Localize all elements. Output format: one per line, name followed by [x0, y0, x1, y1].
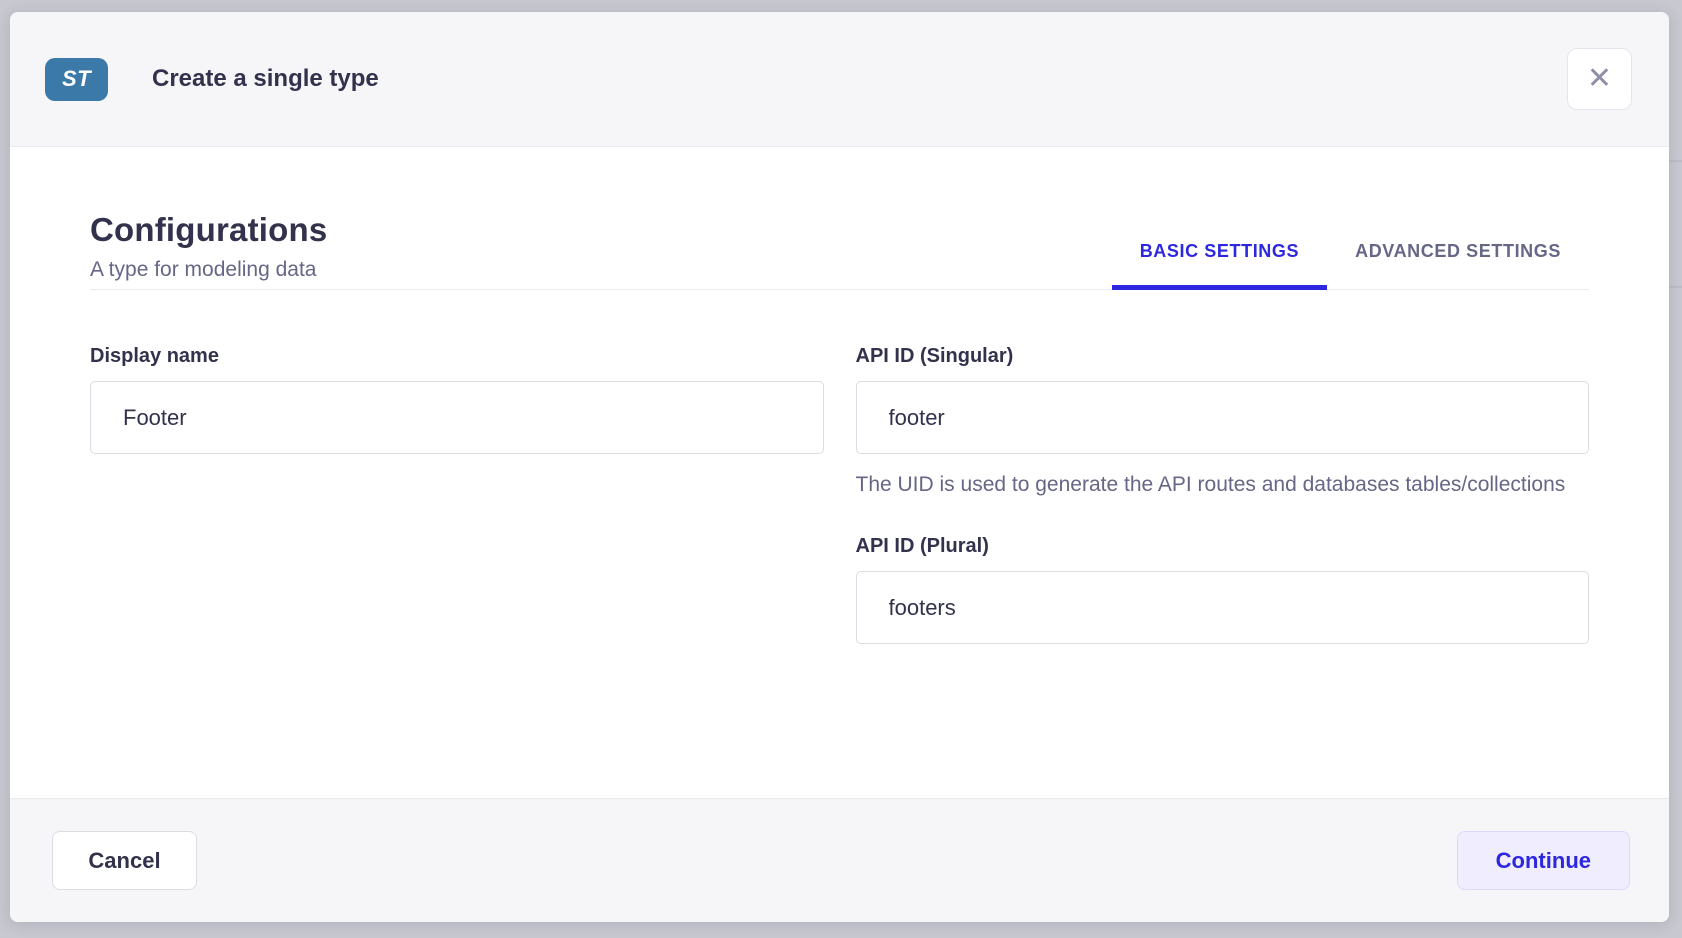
api-id-singular-input[interactable]: [856, 381, 1590, 454]
api-id-plural-field-group: API ID (Plural): [856, 535, 1590, 644]
heading-block: Configurations A type for modeling data: [90, 211, 327, 289]
modal-footer: Cancel Continue: [10, 798, 1669, 922]
continue-button[interactable]: Continue: [1457, 831, 1630, 890]
api-id-singular-field-group: API ID (Singular) The UID is used to gen…: [856, 345, 1590, 500]
configurations-form: Display name API ID (Singular) The UID i…: [90, 345, 1589, 644]
modal-title: Create a single type: [152, 65, 379, 93]
settings-tabs: BASIC SETTINGS ADVANCED SETTINGS: [1112, 241, 1589, 289]
section-subheading: A type for modeling data: [90, 258, 327, 282]
badge-label: ST: [62, 66, 91, 92]
tab-basic-settings[interactable]: BASIC SETTINGS: [1112, 241, 1327, 289]
tab-advanced-settings[interactable]: ADVANCED SETTINGS: [1327, 241, 1589, 289]
api-id-singular-label: API ID (Singular): [856, 345, 1590, 368]
modal-header: ST Create a single type ✕: [10, 12, 1669, 147]
display-name-label: Display name: [90, 345, 824, 368]
form-column-left: Display name: [90, 345, 824, 644]
form-column-right: API ID (Singular) The UID is used to gen…: [856, 345, 1590, 644]
display-name-field-group: Display name: [90, 345, 824, 454]
modal-body: Configurations A type for modeling data …: [10, 147, 1669, 798]
api-id-singular-hint: The UID is used to generate the API rout…: [856, 469, 1590, 500]
close-button[interactable]: ✕: [1567, 48, 1632, 110]
section-heading: Configurations: [90, 211, 327, 249]
api-id-plural-label: API ID (Plural): [856, 535, 1590, 558]
backdrop-artifact-line: [1668, 286, 1682, 288]
display-name-input[interactable]: [90, 381, 824, 454]
section-header: Configurations A type for modeling data …: [90, 211, 1589, 290]
api-id-plural-input[interactable]: [856, 571, 1590, 644]
backdrop-artifact-line: [1668, 160, 1682, 162]
cancel-button[interactable]: Cancel: [52, 831, 197, 890]
single-type-badge-icon: ST: [45, 58, 108, 101]
create-single-type-modal: ST Create a single type ✕ Configurations…: [10, 12, 1669, 922]
close-icon: ✕: [1587, 64, 1612, 94]
